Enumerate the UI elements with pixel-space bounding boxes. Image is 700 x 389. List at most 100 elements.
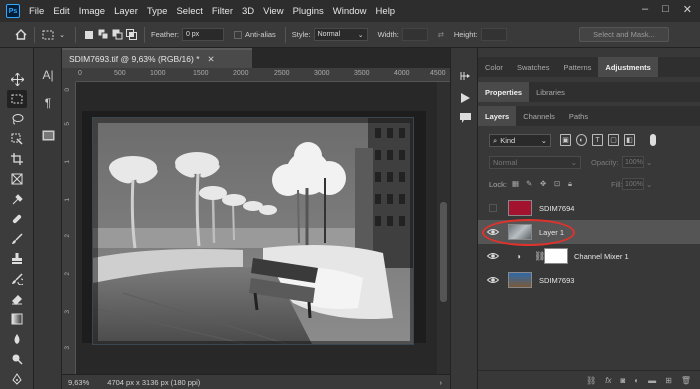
layer-filter-kind-select[interactable]: ⌕ Kind ⌄: [489, 134, 551, 147]
filter-toggle-icon[interactable]: [650, 134, 656, 146]
filter-type-icon[interactable]: T: [592, 134, 603, 146]
lasso-icon[interactable]: [7, 110, 27, 128]
zoom-level[interactable]: 9,63%: [68, 378, 89, 387]
style-select[interactable]: Normal ⌄: [313, 28, 368, 41]
width-input[interactable]: [401, 28, 428, 41]
blur-icon[interactable]: [7, 330, 27, 348]
new-adjustment-icon[interactable]: ◐: [634, 376, 639, 385]
eye-icon[interactable]: [487, 275, 499, 285]
home-icon[interactable]: [14, 28, 28, 42]
menu-view[interactable]: View: [263, 6, 283, 17]
healing-brush-icon[interactable]: [7, 210, 27, 228]
menu-plugins[interactable]: Plugins: [293, 6, 324, 17]
layer-style-icon[interactable]: fx: [605, 376, 611, 385]
filter-adjustment-icon[interactable]: ◐: [576, 134, 587, 146]
swap-icon[interactable]: ⇄: [434, 28, 448, 42]
layer-mask-thumbnail[interactable]: [544, 248, 568, 264]
eyedropper-icon[interactable]: [7, 190, 27, 208]
menu-select[interactable]: Select: [176, 6, 202, 17]
visibility-toggle-off[interactable]: [489, 204, 497, 212]
filter-pixel-icon[interactable]: ▣: [560, 134, 571, 146]
menu-3d[interactable]: 3D: [242, 6, 254, 17]
history-brush-icon[interactable]: [7, 270, 27, 288]
menu-edit[interactable]: Edit: [53, 6, 69, 17]
tab-swatches[interactable]: Swatches: [510, 57, 557, 77]
lock-position-icon[interactable]: ✥: [540, 179, 546, 188]
intersect-selection-icon[interactable]: [124, 28, 138, 42]
canvas[interactable]: [82, 111, 426, 345]
menu-file[interactable]: File: [29, 6, 44, 17]
close-icon[interactable]: ✕: [683, 3, 692, 16]
frame-icon[interactable]: [7, 170, 27, 188]
maximize-icon[interactable]: □: [662, 3, 669, 16]
height-input[interactable]: [480, 28, 507, 41]
layer-comps-icon[interactable]: [39, 126, 57, 144]
character-panel-icon[interactable]: A|: [39, 66, 57, 84]
lock-transparent-icon[interactable]: ▦: [512, 179, 519, 188]
new-selection-icon[interactable]: [82, 28, 96, 42]
menu-image[interactable]: Image: [79, 6, 105, 17]
opacity-input[interactable]: 100%: [622, 156, 644, 168]
add-to-selection-icon[interactable]: [96, 28, 110, 42]
brush-icon[interactable]: [7, 230, 27, 248]
marquee-tool-preset-icon[interactable]: [41, 28, 55, 42]
subtract-selection-icon[interactable]: [110, 28, 124, 42]
link-layers-icon[interactable]: ⛓︎: [586, 376, 596, 385]
menu-type[interactable]: Type: [147, 6, 168, 17]
move-tool-icon[interactable]: [7, 70, 27, 88]
eraser-icon[interactable]: [7, 290, 27, 308]
clone-stamp-icon[interactable]: [7, 250, 27, 268]
chevron-down-icon[interactable]: ⌄: [646, 180, 652, 189]
select-and-mask-button[interactable]: Select and Mask...: [579, 27, 669, 42]
antialias-checkbox[interactable]: Anti-alias: [233, 30, 276, 39]
tab-paths[interactable]: Paths: [562, 106, 595, 126]
tab-properties[interactable]: Properties: [478, 82, 530, 102]
menu-filter[interactable]: Filter: [212, 6, 233, 17]
lock-artboard-icon[interactable]: ⊡: [554, 179, 560, 188]
eye-icon[interactable]: [487, 251, 499, 261]
tab-patterns[interactable]: Patterns: [556, 57, 598, 77]
tab-layers[interactable]: Layers: [478, 106, 517, 126]
vertical-scrollbar[interactable]: [437, 82, 450, 374]
chevron-down-icon[interactable]: ⌄: [646, 158, 652, 167]
menu-help[interactable]: Help: [376, 6, 396, 17]
add-mask-icon[interactable]: ◙: [620, 376, 625, 385]
minimize-icon[interactable]: –: [642, 3, 648, 16]
new-layer-icon[interactable]: ⊞: [665, 376, 672, 385]
pen-icon[interactable]: [7, 370, 27, 388]
annotation-highlight-oval: [482, 219, 575, 246]
layer-row[interactable]: ◑ ⛓︎ Channel Mixer 1: [478, 244, 700, 268]
scrollbar-thumb[interactable]: [440, 202, 447, 302]
fill-input[interactable]: 100%: [622, 178, 644, 190]
close-tab-icon[interactable]: ✕: [208, 54, 215, 65]
rectangular-marquee-icon[interactable]: [7, 90, 27, 108]
tab-adjustments[interactable]: Adjustments: [598, 57, 658, 77]
tab-channels[interactable]: Channels: [516, 106, 562, 126]
layer-row[interactable]: SDIM7694: [478, 196, 700, 220]
blend-mode-select[interactable]: Normal ⌄: [489, 156, 581, 169]
object-selection-icon[interactable]: [7, 130, 27, 148]
menu-window[interactable]: Window: [333, 6, 367, 17]
history-icon[interactable]: [457, 68, 473, 84]
chevron-down-icon[interactable]: ⌄: [55, 28, 69, 42]
delete-layer-icon[interactable]: 🗑︎: [681, 376, 691, 385]
tab-color[interactable]: Color: [478, 57, 510, 77]
crop-icon[interactable]: [7, 150, 27, 168]
paragraph-panel-icon[interactable]: ¶: [39, 94, 57, 112]
filter-smart-object-icon[interactable]: ◧: [624, 134, 635, 146]
document-tab[interactable]: SDIM7693.tif @ 9,63% (RGB/16) * ✕: [62, 48, 252, 68]
filter-shape-icon[interactable]: ▢: [608, 134, 619, 146]
menu-layer[interactable]: Layer: [114, 6, 138, 17]
adjustment-layer-icon: ◑: [516, 251, 521, 261]
feather-input[interactable]: 0 px: [181, 28, 224, 41]
new-group-icon[interactable]: ▬: [648, 376, 656, 385]
layer-row[interactable]: SDIM7693: [478, 268, 700, 292]
lock-all-icon[interactable]: 🔒︎: [568, 179, 572, 189]
actions-play-icon[interactable]: [457, 90, 473, 106]
status-arrow-icon[interactable]: ›: [440, 378, 443, 387]
dodge-icon[interactable]: [7, 350, 27, 368]
lock-image-icon[interactable]: ✎: [526, 179, 532, 188]
gradient-icon[interactable]: [7, 310, 27, 328]
comments-icon[interactable]: [457, 110, 473, 126]
tab-libraries[interactable]: Libraries: [529, 82, 572, 102]
